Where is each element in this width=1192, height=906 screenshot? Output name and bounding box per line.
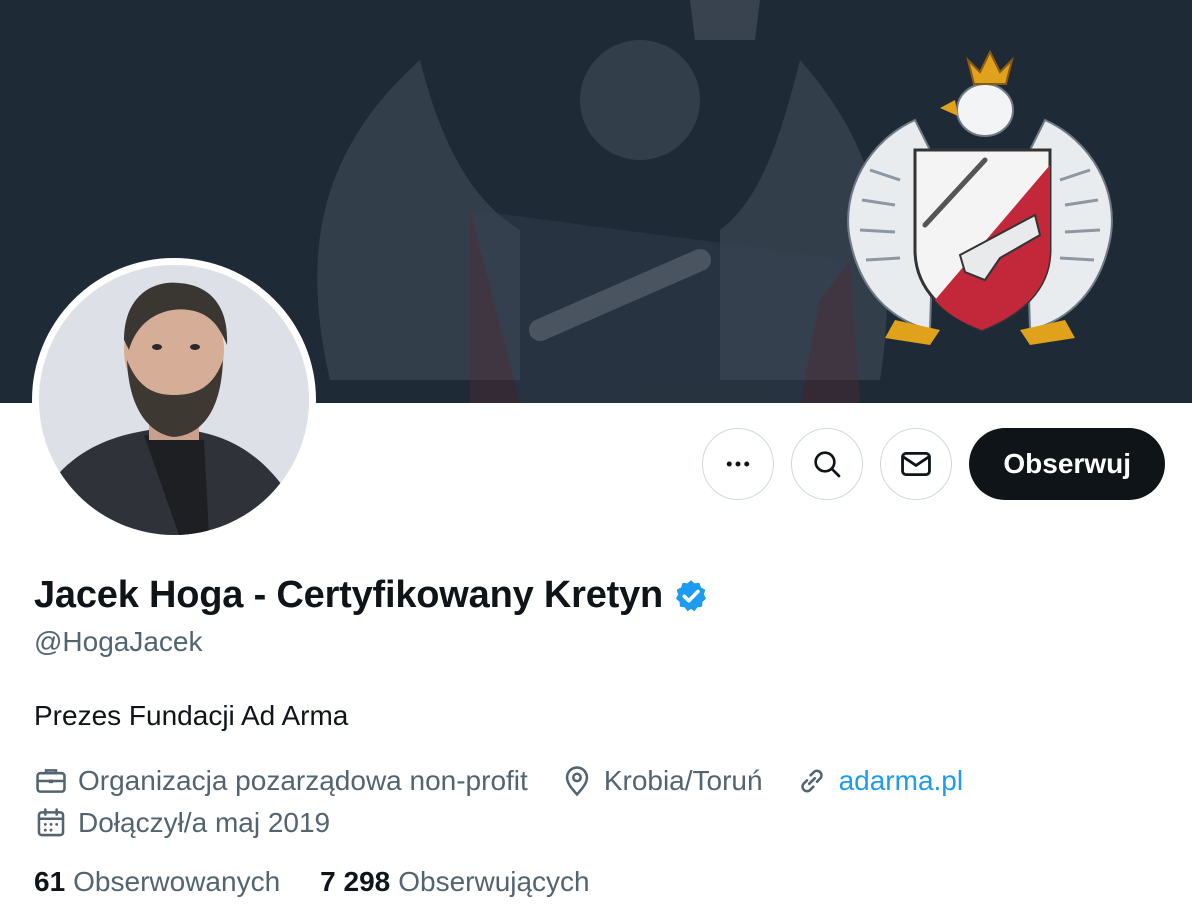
- profile-actions: Obserwuj: [702, 428, 1165, 500]
- search-button[interactable]: [791, 428, 864, 500]
- verified-badge-icon[interactable]: [673, 578, 709, 614]
- profile-name-row: Jacek Hoga - Certyfikowany Kretyn: [34, 574, 709, 617]
- profile-bio: Prezes Fundacji Ad Arma: [34, 700, 349, 731]
- profile-joined: Dołączył/a maj 2019: [34, 806, 330, 840]
- location-text: Krobia/Toruń: [603, 765, 763, 796]
- following-count: 61: [34, 866, 66, 897]
- followers-count: 7 298: [320, 866, 391, 897]
- avatar-photo: [39, 265, 309, 535]
- joined-text: Dołączył/a maj 2019: [78, 807, 331, 838]
- profile-name: Jacek Hoga - Certyfikowany Kretyn: [34, 574, 664, 616]
- more-button[interactable]: [702, 428, 775, 500]
- more-icon: [727, 461, 750, 467]
- profile-location: Krobia/Toruń: [560, 764, 763, 798]
- followers-link[interactable]: 7 298 Obserwujących: [320, 866, 589, 898]
- website-link[interactable]: adarma.pl: [839, 765, 964, 797]
- profile-category: Organizacja pozarządowa non-profit: [34, 764, 528, 798]
- followers-label: Obserwujących: [398, 866, 590, 897]
- message-button[interactable]: [880, 428, 953, 500]
- profile-handle: @HogaJacek: [34, 626, 203, 657]
- profile-website[interactable]: adarma.pl: [795, 764, 964, 798]
- location-pin-icon: [565, 766, 589, 797]
- follow-button[interactable]: Obserwuj: [969, 428, 1165, 500]
- avatar[interactable]: [32, 258, 316, 542]
- link-icon: [800, 769, 823, 793]
- search-icon: [814, 451, 841, 478]
- briefcase-icon: [36, 769, 66, 793]
- mail-icon: [901, 451, 932, 477]
- profile-meta: Organizacja pozarządowa non-profit Krobi…: [34, 762, 995, 846]
- following-link[interactable]: 61 Obserwowanych: [34, 866, 280, 898]
- calendar-icon: [37, 808, 65, 837]
- profile-stats: 61 Obserwowanych 7 298 Obserwujących: [34, 866, 590, 898]
- following-label: Obserwowanych: [73, 866, 281, 897]
- category-text: Organizacja pozarządowa non-profit: [78, 765, 528, 796]
